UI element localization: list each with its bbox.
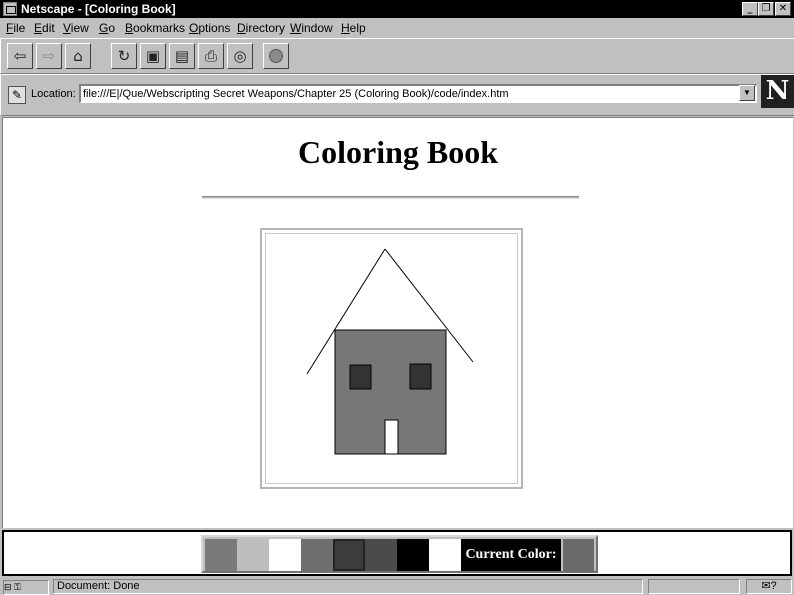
- netscape-app-icon[interactable]: [3, 2, 17, 16]
- back-button[interactable]: ⇦: [7, 43, 33, 69]
- restore-icon[interactable]: ❐: [758, 2, 774, 16]
- menu-help[interactable]: Help: [341, 21, 366, 35]
- color-swatch[interactable]: [365, 539, 397, 571]
- color-swatch[interactable]: [429, 539, 461, 571]
- home-button[interactable]: ⌂: [65, 43, 91, 69]
- color-swatch[interactable]: [269, 539, 301, 571]
- color-swatch[interactable]: [301, 539, 333, 571]
- color-swatch[interactable]: [237, 539, 269, 571]
- menu-directory[interactable]: Directory: [237, 21, 285, 35]
- current-color-label: Current Color:: [461, 539, 561, 571]
- menu-view[interactable]: View: [63, 21, 89, 35]
- menu-go[interactable]: Go: [99, 21, 115, 35]
- color-palette: Current Color:: [201, 535, 598, 573]
- minimize-icon[interactable]: _: [742, 2, 758, 16]
- images-icon: ▣: [145, 47, 161, 65]
- page-heading: Coloring Book: [297, 134, 499, 170]
- home-icon: ⌂: [73, 47, 83, 65]
- house-door[interactable]: [384, 419, 399, 455]
- bookmark-page-icon[interactable]: ✎: [8, 86, 26, 104]
- location-dropdown-button[interactable]: ▼: [739, 85, 755, 101]
- house-drawing: [306, 248, 474, 455]
- find-button[interactable]: ◎: [227, 43, 253, 69]
- toolbar: ⇦ ⇨ ⌂ ↻ ▣ ▤ ⎙ ◎: [0, 38, 794, 74]
- find-binoculars-icon: ◎: [233, 47, 247, 65]
- reload-icon: ↻: [117, 47, 131, 65]
- color-swatch[interactable]: [397, 539, 429, 571]
- color-swatch[interactable]: [205, 539, 237, 571]
- netscape-logo[interactable]: N: [761, 75, 794, 108]
- menu-bookmarks[interactable]: Bookmarks: [125, 21, 185, 35]
- security-key-icon[interactable]: ⊟ ⚿: [3, 580, 49, 595]
- print-icon: ⎙: [204, 47, 217, 65]
- progress-indicator: [648, 579, 740, 594]
- window-title: Netscape - [Coloring Book]: [21, 2, 176, 16]
- reload-button[interactable]: ↻: [111, 43, 137, 69]
- images-button[interactable]: ▣: [140, 43, 166, 69]
- status-message: Document: Done: [53, 579, 643, 594]
- mail-icon[interactable]: ✉?: [746, 579, 792, 594]
- current-color-swatch: [563, 539, 594, 571]
- page-content: Coloring Book: [2, 117, 793, 528]
- coloring-canvas[interactable]: [260, 228, 523, 489]
- stop-icon: [269, 49, 283, 63]
- location-label: Location:: [31, 88, 76, 100]
- menu-window[interactable]: Window: [290, 21, 333, 35]
- location-bar: ✎ Location: file:///E|/Que/Webscripting …: [0, 74, 794, 116]
- house-window-right[interactable]: [409, 363, 432, 390]
- open-icon: ▤: [174, 47, 190, 65]
- forward-arrow-icon: ⇨: [42, 47, 56, 65]
- palette-frame: Current Color:: [2, 530, 792, 576]
- status-bar: ⊟ ⚿ Document: Done ✉?: [0, 578, 794, 595]
- forward-button[interactable]: ⇨: [36, 43, 62, 69]
- menu-file[interactable]: File: [6, 21, 25, 35]
- house-window-left[interactable]: [349, 364, 372, 390]
- chevron-down-icon: ▼: [743, 88, 751, 97]
- location-url-field[interactable]: file:///E|/Que/Webscripting Secret Weapo…: [79, 84, 757, 103]
- title-bar: Netscape - [Coloring Book] _ ❐ ✕: [0, 0, 794, 18]
- print-button[interactable]: ⎙: [198, 43, 224, 69]
- back-arrow-icon: ⇦: [13, 47, 27, 65]
- close-icon[interactable]: ✕: [775, 2, 791, 16]
- open-button[interactable]: ▤: [169, 43, 195, 69]
- stop-button[interactable]: [263, 43, 289, 69]
- menu-bar: File Edit View Go Bookmarks Options Dire…: [0, 18, 794, 37]
- menu-options[interactable]: Options: [189, 21, 230, 35]
- menu-edit[interactable]: Edit: [34, 21, 55, 35]
- color-swatch[interactable]: [333, 539, 365, 571]
- location-url-text: file:///E|/Que/Webscripting Secret Weapo…: [83, 88, 509, 100]
- horizontal-rule: [202, 196, 579, 199]
